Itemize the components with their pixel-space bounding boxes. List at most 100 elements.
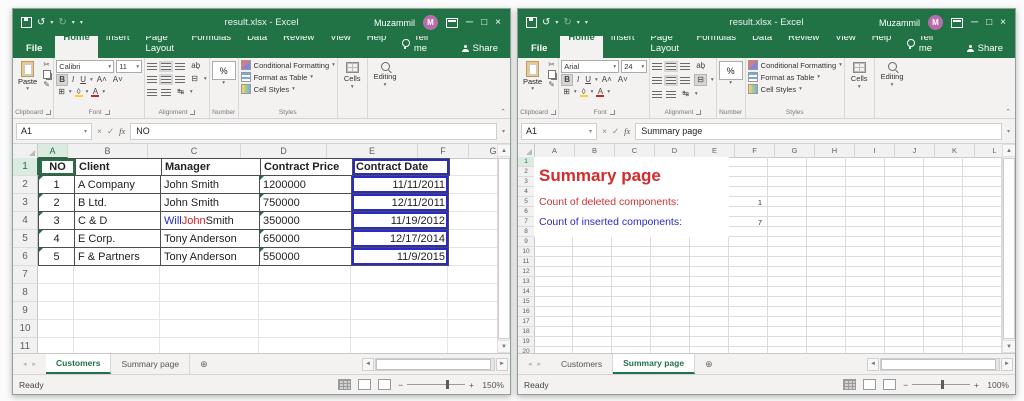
- row-header-20[interactable]: 20: [518, 347, 535, 353]
- italic-button[interactable]: I: [70, 75, 76, 85]
- cells-button[interactable]: Cells▾: [847, 60, 872, 90]
- new-sheet-button[interactable]: ⊕: [695, 354, 723, 374]
- undo-icon[interactable]: ↺: [37, 17, 45, 28]
- ribbon-tab-file[interactable]: File: [518, 39, 560, 58]
- zoom-in-icon[interactable]: +: [469, 380, 474, 390]
- alignment-dialog-launcher-icon[interactable]: [696, 110, 701, 115]
- paste-button[interactable]: Paste▾: [15, 60, 40, 93]
- row-header-4[interactable]: 4: [13, 212, 38, 230]
- scroll-up-icon[interactable]: ▲: [1002, 144, 1015, 157]
- ribbon-display-options-icon[interactable]: [446, 18, 458, 28]
- ribbon-display-options-icon[interactable]: [951, 18, 963, 28]
- cell-A5[interactable]: 4: [38, 230, 75, 248]
- row-header-8[interactable]: 8: [518, 227, 535, 237]
- fill-color-button[interactable]: ◊: [74, 88, 84, 97]
- vertical-scroll-thumb[interactable]: [1003, 158, 1015, 339]
- increase-indent-button[interactable]: [666, 91, 676, 98]
- qat-customize-icon[interactable]: ▾: [585, 19, 588, 26]
- redo-icon[interactable]: ↻: [563, 17, 571, 28]
- cell-styles-button[interactable]: Cell Styles▾: [241, 84, 335, 94]
- row-header-13[interactable]: 13: [518, 277, 535, 287]
- collapse-ribbon-icon[interactable]: ⌃: [1005, 108, 1011, 116]
- cell-D2[interactable]: 1200000: [260, 176, 352, 194]
- column-header-G[interactable]: G: [775, 144, 815, 157]
- cell-C10[interactable]: [160, 320, 259, 338]
- cell-C1[interactable]: Manager: [162, 158, 261, 176]
- align-left-button[interactable]: [147, 76, 157, 83]
- shrink-font-button[interactable]: A˅: [616, 75, 630, 85]
- decrease-indent-button[interactable]: [652, 91, 662, 98]
- name-box[interactable]: A1▾: [16, 123, 92, 140]
- row-header-2[interactable]: 2: [518, 167, 535, 177]
- horizontal-scrollbar[interactable]: ◄ ►: [867, 354, 1015, 374]
- align-middle-button[interactable]: [161, 63, 171, 70]
- increase-indent-button[interactable]: [161, 89, 171, 96]
- conditional-formatting-button[interactable]: Conditional Formatting▾: [748, 60, 842, 70]
- cell-D3[interactable]: 750000: [260, 194, 352, 212]
- row-header-15[interactable]: 15: [518, 297, 535, 307]
- normal-view-icon[interactable]: [843, 379, 856, 390]
- cut-button[interactable]: ✂: [548, 60, 556, 69]
- cell-E11[interactable]: [351, 338, 448, 353]
- underline-button[interactable]: U: [583, 75, 593, 85]
- cell-C4[interactable]: WillJohn Smith: [161, 212, 260, 230]
- row-header-3[interactable]: 3: [518, 177, 535, 187]
- cell-B5[interactable]: E Corp.: [75, 230, 161, 248]
- copy-icon[interactable]: [43, 70, 51, 79]
- insert-function-icon[interactable]: fx: [119, 126, 125, 136]
- borders-button[interactable]: ⊞: [561, 87, 572, 97]
- cell-B4[interactable]: C & D: [75, 212, 161, 230]
- cell-D6[interactable]: 550000: [260, 248, 352, 266]
- merge-center-button[interactable]: ⊟: [694, 74, 707, 86]
- cell-A4[interactable]: 3: [38, 212, 75, 230]
- page-layout-view-icon[interactable]: [358, 379, 371, 390]
- cell-D1[interactable]: Contract Price: [261, 158, 353, 176]
- cell-B8[interactable]: [74, 284, 160, 302]
- percent-style-button[interactable]: %: [212, 61, 236, 80]
- cell-B3[interactable]: B Ltd.: [75, 194, 161, 212]
- column-header-I[interactable]: I: [855, 144, 895, 157]
- cells-button[interactable]: Cells▾: [340, 60, 365, 90]
- row-header-11[interactable]: 11: [518, 257, 535, 267]
- sheet-tab-summary-page[interactable]: Summary page: [613, 354, 695, 374]
- cell-C7[interactable]: [160, 266, 259, 284]
- font-name-box[interactable]: Calibri▾: [56, 60, 114, 73]
- zoom-slider[interactable]: [446, 380, 449, 389]
- minimize-button[interactable]: ─: [971, 18, 978, 28]
- cell-E4[interactable]: 11/19/2012: [352, 212, 449, 230]
- save-icon[interactable]: [21, 17, 32, 28]
- cell-A2[interactable]: 1: [38, 176, 75, 194]
- insert-function-icon[interactable]: fx: [624, 126, 630, 136]
- cell-E10[interactable]: [351, 320, 448, 338]
- cell-D7[interactable]: [259, 266, 351, 284]
- align-right-button[interactable]: [175, 76, 185, 83]
- cell-B1[interactable]: Client: [76, 158, 162, 176]
- row-header-7[interactable]: 7: [13, 266, 38, 284]
- column-header-J[interactable]: J: [895, 144, 935, 157]
- cell-F6[interactable]: [449, 248, 498, 266]
- column-header-A[interactable]: A: [38, 144, 68, 158]
- enter-icon[interactable]: ✓: [107, 126, 114, 137]
- scroll-up-icon[interactable]: ▲: [497, 144, 510, 157]
- cell-F10[interactable]: [448, 320, 498, 338]
- font-dialog-launcher-icon[interactable]: [610, 110, 615, 115]
- format-as-table-button[interactable]: Format as Table▾: [241, 72, 335, 82]
- zoom-in-icon[interactable]: +: [974, 380, 979, 390]
- avatar[interactable]: M: [423, 15, 438, 30]
- zoom-out-icon[interactable]: −: [903, 380, 908, 390]
- wrap-text-button[interactable]: ↹: [680, 89, 691, 99]
- bold-button[interactable]: B: [56, 74, 68, 86]
- cell-B7[interactable]: [74, 266, 160, 284]
- cell-F9[interactable]: [448, 302, 498, 320]
- cell-C3[interactable]: John Smith: [161, 194, 260, 212]
- row-header-18[interactable]: 18: [518, 327, 535, 337]
- cell-C2[interactable]: John Smith: [161, 176, 260, 194]
- row-header-10[interactable]: 10: [13, 320, 38, 338]
- horizontal-scroll-thumb[interactable]: [376, 359, 491, 370]
- font-name-box[interactable]: Arial▾: [561, 60, 619, 73]
- row-header-7[interactable]: 7: [518, 217, 535, 227]
- underline-button[interactable]: U: [78, 75, 88, 85]
- row-header-4[interactable]: 4: [518, 187, 535, 197]
- decrease-indent-button[interactable]: [147, 89, 157, 96]
- orientation-button[interactable]: ab̘: [694, 61, 707, 71]
